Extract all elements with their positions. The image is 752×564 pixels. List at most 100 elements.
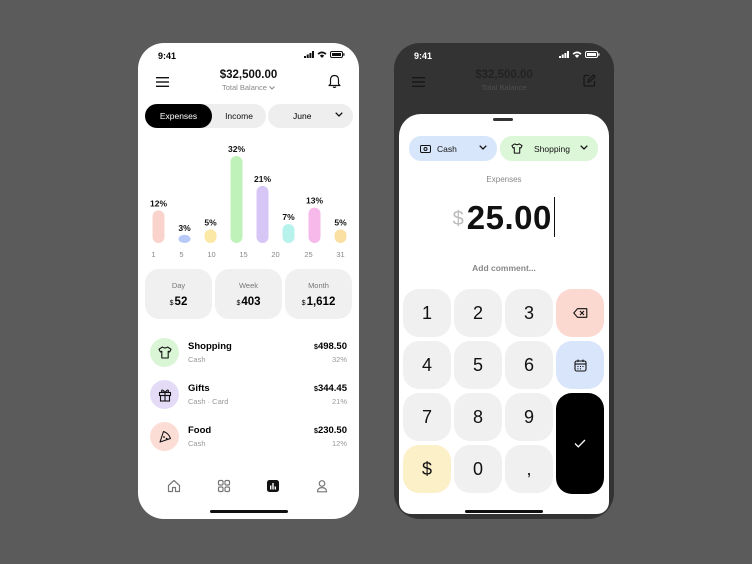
stat-day[interactable]: Day $52 xyxy=(145,269,212,319)
wifi-icon xyxy=(317,51,327,58)
bell-icon[interactable] xyxy=(328,74,341,88)
tab-bar xyxy=(138,477,359,497)
key-6[interactable]: 6 xyxy=(505,341,553,389)
key-2[interactable]: 2 xyxy=(454,289,502,337)
backspace-button[interactable] xyxy=(556,289,604,337)
category-percent: 32% xyxy=(331,355,347,364)
x-tick-label: 25 xyxy=(304,250,312,259)
chart-bar[interactable] xyxy=(334,229,347,243)
key-4[interactable]: 4 xyxy=(403,341,451,389)
stat-value: 403 xyxy=(241,296,261,308)
transaction-type-label: Expenses xyxy=(486,175,522,184)
chevron-down-icon xyxy=(335,112,343,117)
key-8[interactable]: 8 xyxy=(454,393,502,441)
category-dropdown[interactable]: Shopping xyxy=(500,136,598,161)
tab-expenses[interactable]: Expenses xyxy=(145,104,212,128)
text-cursor xyxy=(553,197,556,237)
chart-bar[interactable] xyxy=(230,156,243,243)
key-0[interactable]: 0 xyxy=(454,445,502,493)
key-7[interactable]: 7 xyxy=(403,393,451,441)
chevron-down-icon xyxy=(479,145,487,150)
month-dropdown[interactable]: June xyxy=(268,104,353,128)
battery-icon xyxy=(330,51,345,58)
stat-label: Month xyxy=(308,281,329,290)
tshirt-icon xyxy=(157,346,172,359)
category-amount: 230.50 xyxy=(317,425,347,436)
stat-week[interactable]: Week $403 xyxy=(215,269,282,319)
category-icon-wrap xyxy=(150,380,179,409)
category-percent: 21% xyxy=(331,397,347,406)
comment-input[interactable]: Add comment... xyxy=(399,263,609,273)
header: $32,500.00 Total Balance xyxy=(138,65,359,101)
key-3[interactable]: 3 xyxy=(505,289,553,337)
x-tick-label: 31 xyxy=(336,250,344,259)
category-amount: 498.50 xyxy=(317,341,347,352)
edit-icon xyxy=(583,74,596,87)
currency-key[interactable]: $ xyxy=(403,445,451,493)
x-tick-label: 15 xyxy=(239,250,247,259)
account-label: Cash xyxy=(437,143,457,154)
amount-value: 25.00 xyxy=(466,199,552,236)
chart-bar[interactable] xyxy=(178,234,191,243)
stat-currency: $ xyxy=(301,300,306,307)
account-dropdown[interactable]: Cash xyxy=(409,136,497,161)
tab-income[interactable]: Income xyxy=(212,104,266,128)
sheet-grabber[interactable] xyxy=(493,118,513,121)
pizza-icon xyxy=(158,430,171,443)
category-meta: Cash xyxy=(188,439,206,448)
chart-bar[interactable] xyxy=(204,229,217,243)
system-icons xyxy=(304,51,345,58)
stat-month[interactable]: Month $1,612 xyxy=(285,269,352,319)
bar-value-label: 13% xyxy=(306,196,323,206)
total-balance: $32,500.00 xyxy=(219,69,278,81)
calendar-icon xyxy=(573,359,587,372)
phone-add-expense: 9:41 $32,500.00 Total Balance Cash Shopp… xyxy=(394,43,614,519)
menu-icon xyxy=(412,77,425,87)
phone-dashboard: 9:41 $32,500.00 Total Balance Expenses I… xyxy=(138,43,359,519)
stat-label: Week xyxy=(238,281,259,290)
amount-display[interactable]: $25.00 xyxy=(399,197,609,237)
cash-icon xyxy=(420,144,431,153)
stat-value: 52 xyxy=(174,296,188,308)
date-button[interactable] xyxy=(556,341,604,389)
battery-icon xyxy=(585,51,600,58)
list-item-gifts[interactable]: Gifts Cash · Card $344.45 21% xyxy=(150,380,347,410)
category-name: Gifts xyxy=(188,383,210,394)
confirm-button[interactable] xyxy=(556,393,604,494)
chart-bar[interactable] xyxy=(152,210,165,243)
bar-value-label: 32% xyxy=(228,144,245,154)
x-tick-label: 5 xyxy=(179,250,183,259)
chart-bar[interactable] xyxy=(308,207,321,243)
bar-value-label: 21% xyxy=(254,174,271,184)
gift-icon xyxy=(158,389,171,402)
signal-icon xyxy=(304,51,314,58)
x-tick-label: 1 xyxy=(151,250,155,259)
chart-bar[interactable] xyxy=(282,223,295,243)
signal-icon xyxy=(559,51,569,58)
list-item-shopping[interactable]: Shopping Cash $498.50 32% xyxy=(150,338,347,368)
category-percent: 12% xyxy=(331,439,347,448)
key-9[interactable]: 9 xyxy=(505,393,553,441)
stats-icon[interactable] xyxy=(266,479,280,493)
decimal-key[interactable]: , xyxy=(505,445,553,493)
system-icons xyxy=(559,51,600,58)
total-balance: $32,500.00 xyxy=(475,69,533,81)
chart-bar[interactable] xyxy=(256,185,269,243)
status-time: 9:41 xyxy=(158,51,177,61)
key-1[interactable]: 1 xyxy=(403,289,451,337)
header-dimmed: $32,500.00 Total Balance xyxy=(394,65,614,105)
x-tick-label: 20 xyxy=(271,250,279,259)
stat-label: Day xyxy=(171,281,186,290)
balance-selector[interactable]: $32,500.00 Total Balance xyxy=(138,69,359,92)
grid-icon[interactable] xyxy=(217,479,231,493)
list-item-food[interactable]: Food Cash $230.50 12% xyxy=(150,422,347,452)
category-amount: 344.45 xyxy=(317,383,347,394)
key-5[interactable]: 5 xyxy=(454,341,502,389)
home-icon[interactable] xyxy=(167,479,181,493)
checkmark-icon xyxy=(574,439,586,448)
category-icon-wrap xyxy=(150,338,179,367)
type-segmented-control: Expenses Income xyxy=(145,104,266,128)
bar-value-label: 7% xyxy=(282,212,295,222)
backspace-icon xyxy=(572,308,587,318)
profile-icon[interactable] xyxy=(315,479,329,493)
